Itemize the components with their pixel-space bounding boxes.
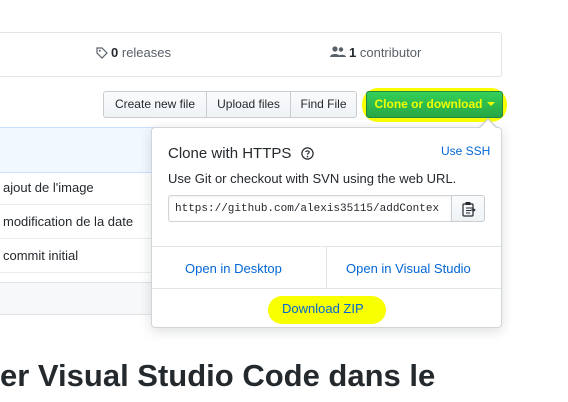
divider xyxy=(152,288,501,289)
file-list-footer xyxy=(0,282,158,315)
commit-message: modification de la date xyxy=(3,214,134,229)
readme-heading: er Visual Studio Code dans le xyxy=(0,358,436,393)
people-icon xyxy=(330,46,346,58)
create-new-file-button[interactable]: Create new file xyxy=(103,91,207,118)
open-in-visual-studio-button[interactable]: Open in Visual Studio xyxy=(346,261,471,276)
list-item[interactable]: ajout de l'image xyxy=(0,171,158,205)
releases-count: 0 xyxy=(111,45,119,60)
list-item[interactable]: commit initial xyxy=(0,239,158,273)
caret-down-icon xyxy=(486,102,495,106)
clone-description: Use Git or checkout with SVN using the w… xyxy=(168,171,457,186)
contributors-link[interactable]: 1 contributor xyxy=(330,45,421,60)
clipboard-icon xyxy=(462,201,476,222)
divider xyxy=(326,247,327,289)
repo-stats-bar xyxy=(0,32,502,77)
find-file-button[interactable]: Find File xyxy=(290,91,357,118)
tag-icon xyxy=(96,47,108,59)
contributor-label: contributor xyxy=(359,45,422,60)
contributor-count: 1 xyxy=(349,45,357,60)
commit-message: commit initial xyxy=(3,248,79,263)
download-zip-link[interactable]: Download ZIP xyxy=(282,301,364,316)
commit-message: ajout de l'image xyxy=(3,180,94,195)
list-item[interactable]: modification de la date xyxy=(0,205,158,239)
clone-url-input[interactable] xyxy=(168,195,452,222)
open-in-desktop-button[interactable]: Open in Desktop xyxy=(185,261,282,276)
releases-label: releases xyxy=(121,45,171,60)
commit-header xyxy=(0,127,159,173)
question-icon[interactable] xyxy=(301,147,314,160)
use-ssh-link[interactable]: Use SSH xyxy=(441,144,490,158)
clone-button-label: Clone or download xyxy=(374,97,483,111)
clone-panel-title: Clone with HTTPS xyxy=(168,145,292,162)
releases-link[interactable]: 0 releases xyxy=(96,45,171,60)
upload-files-button[interactable]: Upload files xyxy=(206,91,291,118)
copy-url-button[interactable] xyxy=(451,195,485,222)
file-list: ajout de l'image modification de la date… xyxy=(0,171,159,282)
clone-or-download-button[interactable]: Clone or download xyxy=(366,91,503,118)
dropdown-arrow xyxy=(480,120,496,128)
